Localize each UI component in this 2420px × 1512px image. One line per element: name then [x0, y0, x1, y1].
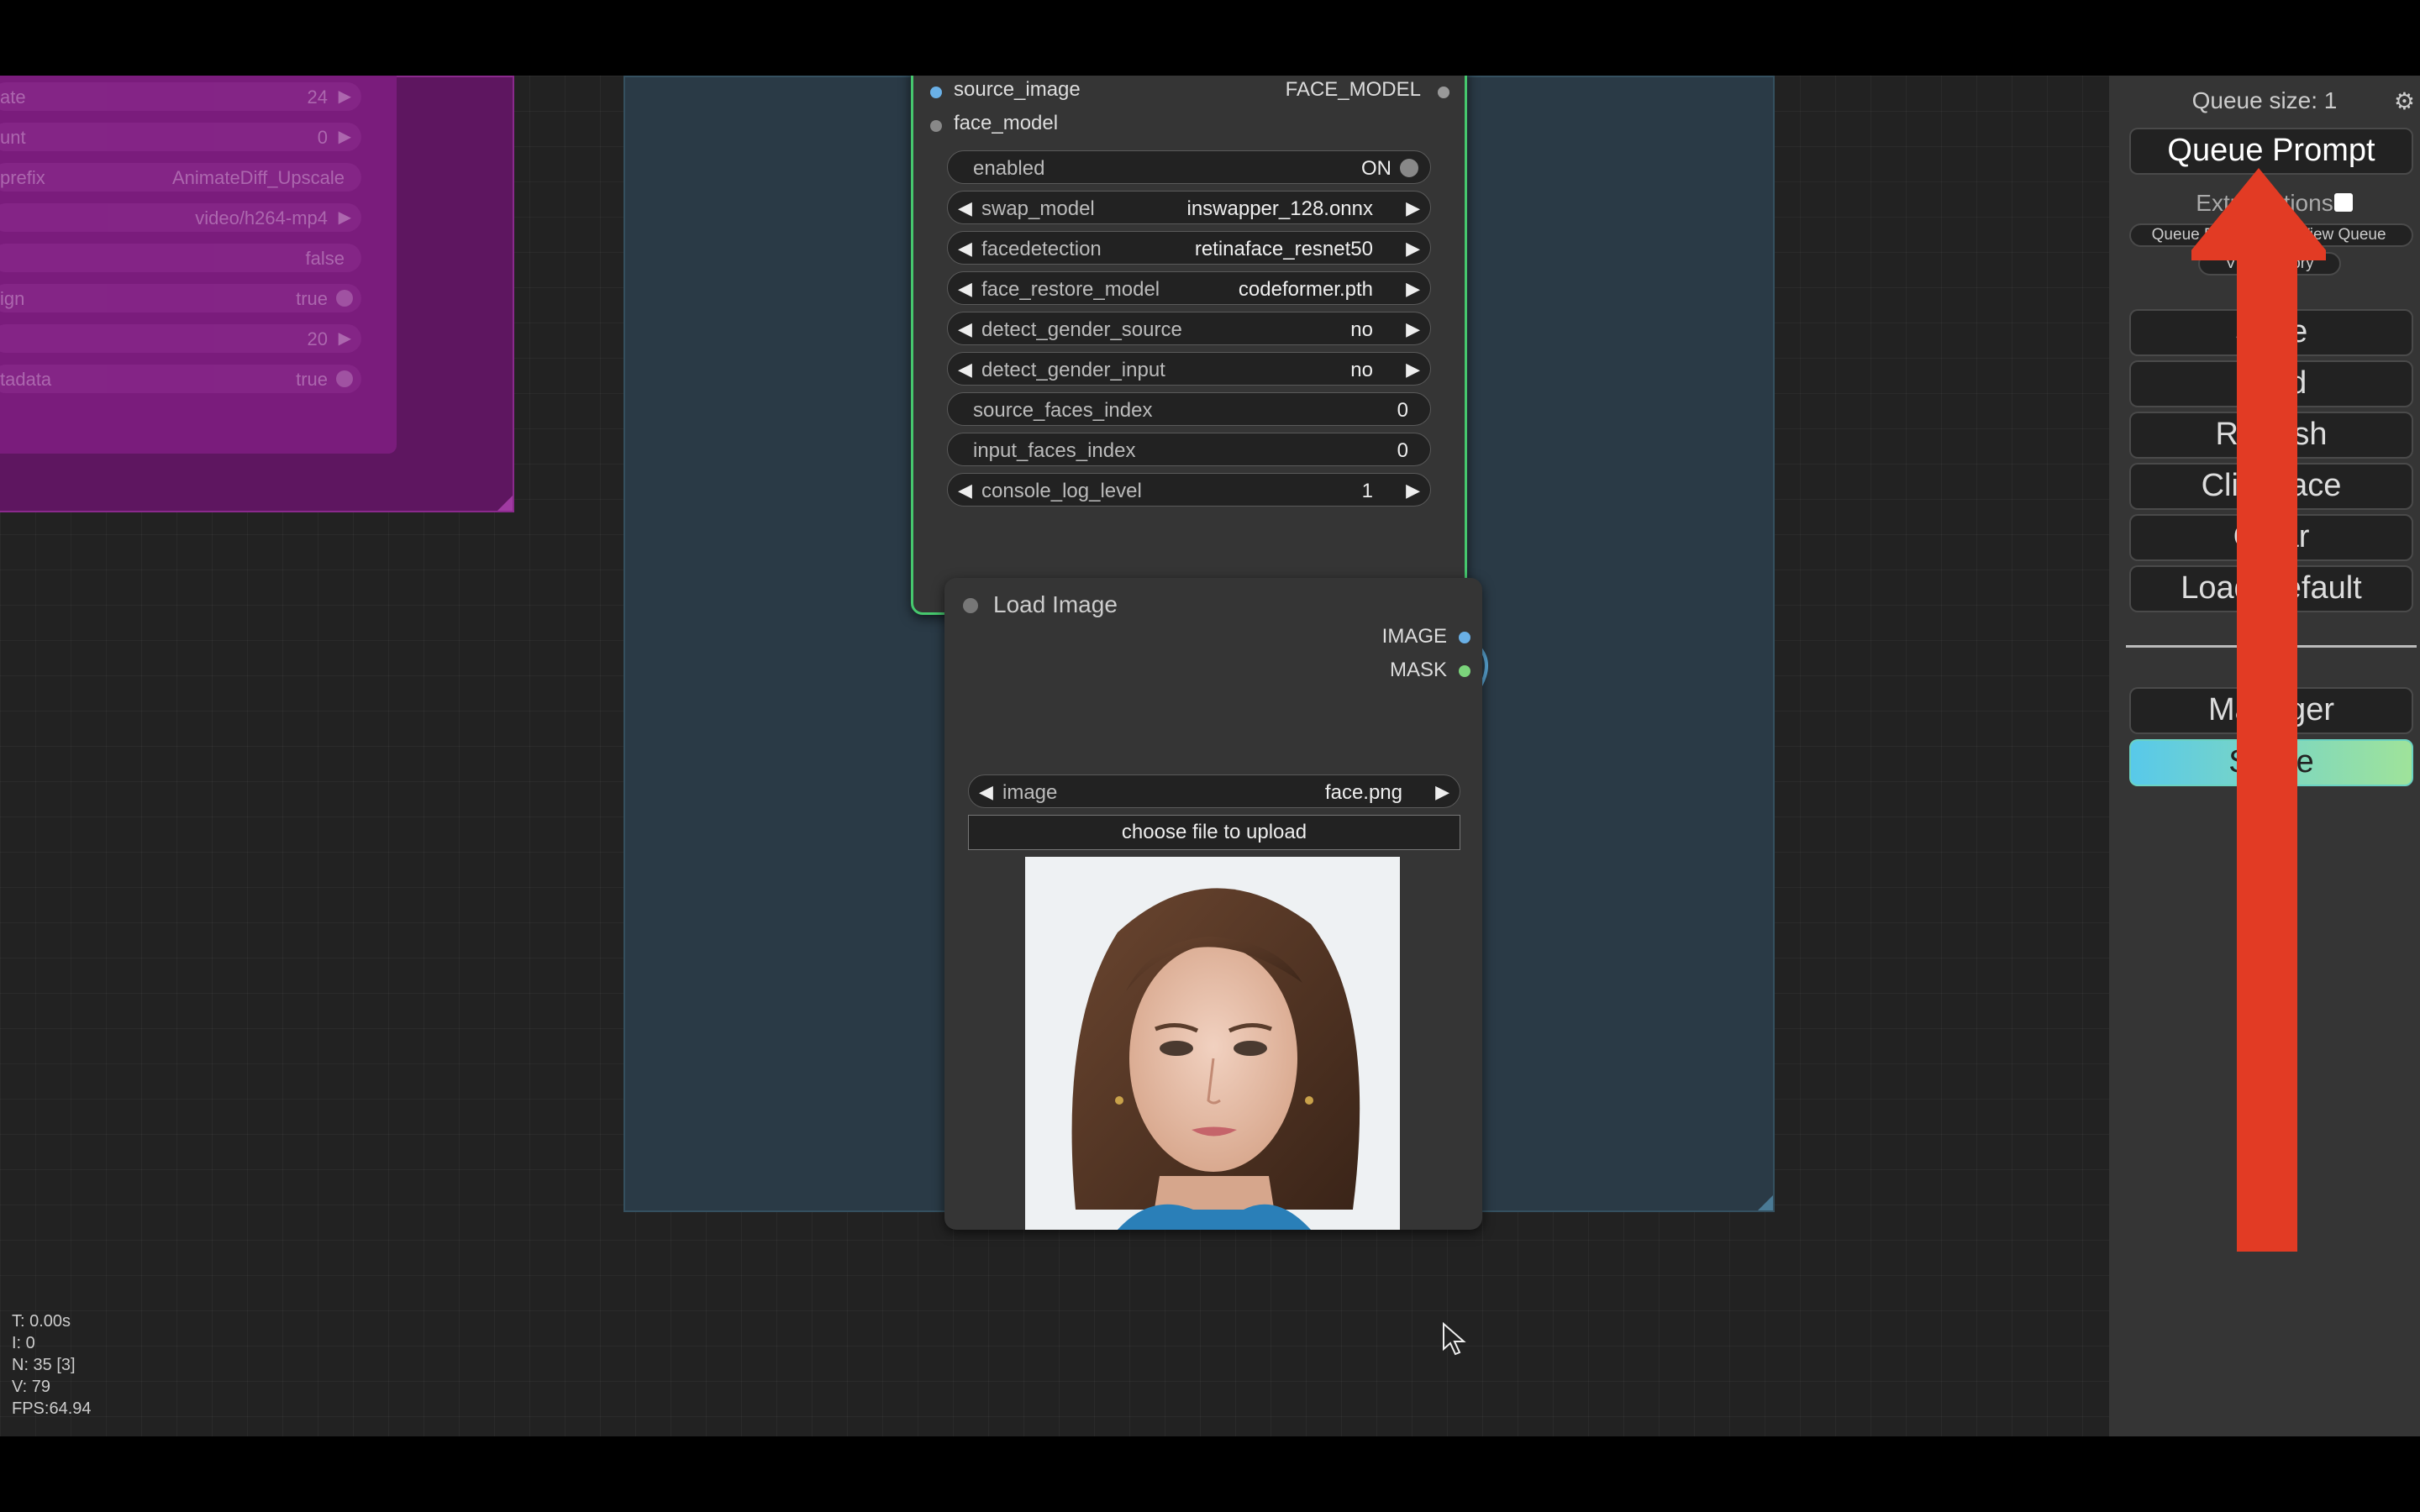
stat-fps: FPS:64.94: [12, 1399, 92, 1418]
stat-iterations: I: 0: [12, 1334, 35, 1352]
gear-icon[interactable]: ⚙: [2394, 87, 2415, 115]
letterbox-top: [0, 0, 2420, 76]
widget-label: unt: [0, 127, 26, 148]
left-arrow-icon[interactable]: ◀: [979, 781, 993, 803]
render-stats: T: 0.00s I: 0 N: 35 [3] V: 79 FPS:64.94: [12, 1310, 92, 1420]
right-arrow-icon[interactable]: ▶: [1406, 197, 1420, 219]
widget-value: 0: [317, 127, 328, 148]
toggle-dot: [1400, 159, 1418, 177]
source-faces-index-field[interactable]: source_faces_index 0: [947, 392, 1431, 426]
video-combine-widget[interactable]: false: [0, 244, 361, 272]
left-arrow-icon[interactable]: ◀: [958, 359, 972, 381]
widget-label: ate: [0, 87, 26, 108]
stat-time: T: 0.00s: [12, 1312, 71, 1331]
group-resize-handle[interactable]: [1758, 1195, 1773, 1210]
video-combine-widget[interactable]: video/h264-mp4 ▶: [0, 203, 361, 232]
video-combine-widget[interactable]: 20 ▶: [0, 324, 361, 353]
input-slot-dot[interactable]: [930, 120, 942, 132]
right-arrow-icon[interactable]: ▶: [1406, 278, 1420, 300]
detect-gender-source-combo[interactable]: ◀ detect_gender_source no ▶: [947, 312, 1431, 345]
right-arrow-icon[interactable]: ▶: [1406, 238, 1420, 260]
right-arrow-icon[interactable]: ▶: [1406, 359, 1420, 381]
swap-model-combo[interactable]: ◀ swap_model inswapper_128.onnx ▶: [947, 191, 1431, 224]
widget-value: true: [296, 288, 328, 309]
output-slot-dot[interactable]: [1459, 632, 1470, 643]
right-arrow-icon[interactable]: ▶: [339, 126, 351, 147]
group-resize-handle[interactable]: [497, 496, 513, 511]
widget-value: video/h264-mp4: [195, 207, 328, 228]
node-graph-canvas[interactable]: ate 24 ▶ unt 0 ▶ prefix AnimateDiff_Upscalevide…: [0, 76, 2109, 1436]
left-arrow-icon[interactable]: ◀: [958, 318, 972, 340]
input-slot-dot[interactable]: [930, 87, 942, 98]
video-combine-node[interactable]: ate 24 ▶ unt 0 ▶ prefix AnimateDiff_Upscalevide…: [0, 76, 397, 454]
queue-size-label: Queue size: 1: [2191, 87, 2338, 113]
source-image-input[interactable]: source_image: [954, 78, 1081, 102]
left-arrow-icon[interactable]: ◀: [958, 197, 972, 219]
video-combine-widget[interactable]: unt 0 ▶: [0, 123, 361, 151]
widget-value: true: [296, 369, 328, 390]
extra-options-checkbox[interactable]: [2334, 193, 2353, 212]
widget-label: ign: [0, 288, 25, 309]
facedetection-combo[interactable]: ◀ facedetection retinaface_resnet50 ▶: [947, 231, 1431, 265]
video-combine-widget[interactable]: ign true: [0, 284, 361, 312]
video-combine-widget[interactable]: prefix AnimateDiff_Upscale: [0, 163, 361, 192]
output-slot-dot[interactable]: [1438, 87, 1449, 98]
collapse-dot[interactable]: [963, 598, 978, 613]
video-combine-widget[interactable]: tadata true: [0, 365, 361, 393]
widget-value: AnimateDiff_Upscale: [171, 167, 345, 188]
reactor-faceswap-node[interactable]: source_image FACE_MODEL face_model enabl…: [911, 76, 1467, 615]
input-faces-index-field[interactable]: input_faces_index 0: [947, 433, 1431, 466]
right-arrow-icon[interactable]: ▶: [339, 86, 351, 107]
left-arrow-icon[interactable]: ◀: [958, 238, 972, 260]
right-arrow-icon[interactable]: ▶: [1435, 781, 1449, 803]
load-image-node[interactable]: Load Image IMAGE MASK ◀ image face.png ▶…: [944, 578, 1482, 1230]
right-arrow-icon[interactable]: ▶: [1406, 480, 1420, 501]
detect-gender-input-combo[interactable]: ◀ detect_gender_input no ▶: [947, 352, 1431, 386]
stat-vertices: V: 79: [12, 1378, 50, 1396]
enabled-toggle[interactable]: enabled ON: [947, 150, 1431, 184]
face-restore-model-combo[interactable]: ◀ face_restore_model codeformer.pth ▶: [947, 271, 1431, 305]
left-arrow-icon[interactable]: ◀: [958, 480, 972, 501]
node-title: Load Image: [993, 591, 1118, 617]
widget-value: 20: [307, 328, 328, 349]
image-preview: [1025, 857, 1400, 1230]
output-slot-dot[interactable]: [1459, 665, 1470, 677]
left-arrow-icon[interactable]: ◀: [958, 278, 972, 300]
toggle-dot: [336, 290, 353, 307]
red-arrow-annotation: [2191, 168, 2326, 1252]
toggle-dot: [336, 370, 353, 387]
face-model-input[interactable]: face_model: [954, 112, 1058, 135]
mask-output[interactable]: MASK: [1390, 659, 1447, 682]
console-log-level-stepper[interactable]: ◀ console_log_level 1 ▶: [947, 473, 1431, 507]
right-arrow-icon[interactable]: ▶: [339, 207, 351, 228]
widget-label: prefix: [0, 167, 45, 188]
widget-value: 24: [307, 87, 328, 108]
widget-label: tadata: [0, 369, 52, 390]
stat-nodes: N: 35 [3]: [12, 1356, 76, 1374]
video-combine-widget[interactable]: ate 24 ▶: [0, 82, 361, 111]
image-output[interactable]: IMAGE: [1382, 625, 1447, 648]
right-arrow-icon[interactable]: ▶: [1406, 318, 1420, 340]
image-combo[interactable]: ◀ image face.png ▶: [968, 774, 1460, 808]
mouse-cursor-icon: [1443, 1322, 1466, 1356]
right-arrow-icon[interactable]: ▶: [339, 328, 351, 349]
widget-value: false: [305, 248, 345, 269]
upload-button[interactable]: choose file to upload: [968, 815, 1460, 850]
letterbox-bottom: [0, 1436, 2420, 1512]
face-model-output[interactable]: FACE_MODEL: [1286, 78, 1421, 102]
